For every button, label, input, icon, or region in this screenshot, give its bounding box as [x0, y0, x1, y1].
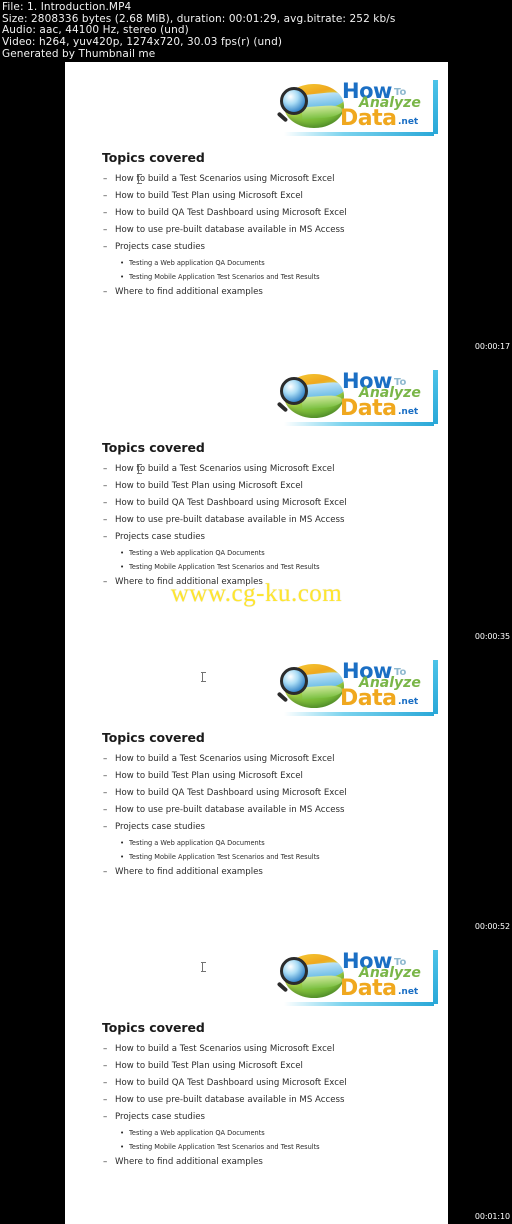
pie-wedge-green-icon — [301, 684, 343, 700]
topic-subitem: Testing Mobile Application Test Scenario… — [120, 850, 422, 864]
topic-item: How to use pre-built database available … — [102, 1092, 422, 1109]
logo-underline-bar — [284, 1002, 434, 1006]
text-cursor-icon — [137, 174, 143, 184]
pie-wedge-green-icon — [301, 104, 343, 120]
slide-content: Topics covered How to build a Test Scena… — [102, 150, 422, 301]
frame-timestamp-1: 00:00:17 — [474, 342, 510, 351]
logo-word-net: .net — [398, 117, 419, 127]
slide-content: Topics covered How to build a Test Scena… — [102, 440, 422, 591]
topic-item: How to use pre-built database available … — [102, 802, 422, 819]
topic-item: How to build QA Test Dashboard using Mic… — [102, 205, 422, 222]
topics-sublist: Testing a Web application QA Documents T… — [120, 546, 422, 575]
topic-item: How to build Test Plan using Microsoft E… — [102, 188, 422, 205]
topic-item: Projects case studies — [102, 819, 422, 836]
video-frame-3[interactable]: How To Analyze Data .net Topics covered … — [65, 642, 448, 932]
how-to-analyze-data-logo: How To Analyze Data .net — [276, 658, 438, 716]
logo-word-data: Data — [340, 396, 397, 421]
topic-item: Projects case studies — [102, 1109, 422, 1126]
topic-item: How to build Test Plan using Microsoft E… — [102, 478, 422, 495]
topics-sublist: Testing a Web application QA Documents T… — [120, 1126, 422, 1155]
topic-item: Where to find additional examples — [102, 864, 422, 881]
logo-underline-bar — [284, 422, 434, 426]
slide-content: Topics covered How to build a Test Scena… — [102, 730, 422, 881]
topic-subitem: Testing Mobile Application Test Scenario… — [120, 270, 422, 284]
file-info-line-generator: Generated by Thumbnail me — [2, 47, 156, 60]
topic-item: How to build QA Test Dashboard using Mic… — [102, 785, 422, 802]
pie-wedge-green-icon — [301, 974, 343, 990]
topic-item: How to build a Test Scenarios using Micr… — [102, 171, 422, 188]
logo-word-net: .net — [398, 987, 419, 997]
topic-item: How to build QA Test Dashboard using Mic… — [102, 1075, 422, 1092]
topic-item: How to use pre-built database available … — [102, 222, 422, 239]
topic-subitem: Testing a Web application QA Documents — [120, 546, 422, 560]
logo-word-data: Data — [340, 686, 397, 711]
site-watermark: www.cg-ku.com — [170, 580, 343, 607]
file-info-line-file: File: 1. Introduction.MP4 — [2, 1, 132, 13]
topic-item: How to build a Test Scenarios using Micr… — [102, 461, 422, 478]
logo-wordmark: How To Analyze Data .net — [340, 80, 434, 132]
topic-item: Where to find additional examples — [102, 1154, 422, 1171]
video-frame-2[interactable]: How To Analyze Data .net Topics covered … — [65, 352, 448, 642]
pie-wedge-green-icon — [301, 394, 343, 410]
topic-item: How to use pre-built database available … — [102, 512, 422, 529]
topic-item: Where to find additional examples — [102, 284, 422, 301]
logo-underline-bar — [284, 132, 434, 136]
logo-word-net: .net — [398, 697, 419, 707]
magnifier-icon — [280, 87, 308, 115]
topic-subitem: Testing a Web application QA Documents — [120, 256, 422, 270]
slide-content: Topics covered How to build a Test Scena… — [102, 1020, 422, 1171]
slide-title: Topics covered — [102, 150, 205, 165]
logo-underline-bar — [284, 712, 434, 716]
logo-word-data: Data — [340, 976, 397, 1001]
logo-wordmark: How To Analyze Data .net — [340, 950, 434, 1002]
frame-timestamp-3: 00:00:52 — [474, 922, 510, 931]
frames-column: How To Analyze Data .net Topics covered … — [65, 62, 448, 1224]
logo-word-data: Data — [340, 106, 397, 131]
text-cursor-icon — [201, 672, 207, 682]
file-info-line-video: Video: h264, yuv420p, 1274x720, 30.03 fp… — [2, 36, 283, 49]
topic-item: How to build a Test Scenarios using Micr… — [102, 1041, 422, 1058]
frame-timestamp-2: 00:00:35 — [474, 632, 510, 641]
how-to-analyze-data-logo: How To Analyze Data .net — [276, 78, 438, 136]
video-frame-1[interactable]: How To Analyze Data .net Topics covered … — [65, 62, 448, 352]
logo-wordmark: How To Analyze Data .net — [340, 660, 434, 712]
how-to-analyze-data-logo: How To Analyze Data .net — [276, 368, 438, 426]
slide-title: Topics covered — [102, 1020, 205, 1035]
topic-item: Projects case studies — [102, 529, 422, 546]
how-to-analyze-data-logo: How To Analyze Data .net — [276, 948, 438, 1006]
topic-subitem: Testing Mobile Application Test Scenario… — [120, 1140, 422, 1154]
slide-title: Topics covered — [102, 730, 205, 745]
topics-list: How to build a Test Scenarios using Micr… — [102, 171, 422, 301]
magnifier-icon — [280, 667, 308, 695]
thumbnail-contact-sheet: File: 1. Introduction.MP4 Size: 2808336 … — [0, 0, 512, 1224]
topic-item: How to build QA Test Dashboard using Mic… — [102, 495, 422, 512]
slide-title: Topics covered — [102, 440, 205, 455]
logo-word-net: .net — [398, 407, 419, 417]
topic-item: How to build Test Plan using Microsoft E… — [102, 768, 422, 785]
magnifier-icon — [280, 377, 308, 405]
topics-list: How to build a Test Scenarios using Micr… — [102, 461, 422, 591]
topic-subitem: Testing a Web application QA Documents — [120, 836, 422, 850]
topic-item: How to build Test Plan using Microsoft E… — [102, 1058, 422, 1075]
topic-item: Projects case studies — [102, 239, 422, 256]
file-info-block: File: 1. Introduction.MP4 Size: 2808336 … — [0, 0, 512, 60]
magnifier-icon — [280, 957, 308, 985]
logo-wordmark: How To Analyze Data .net — [340, 370, 434, 422]
text-cursor-icon — [137, 464, 143, 474]
text-cursor-icon — [201, 962, 207, 972]
topics-list: How to build a Test Scenarios using Micr… — [102, 751, 422, 881]
topic-item: How to build a Test Scenarios using Micr… — [102, 751, 422, 768]
topics-list: How to build a Test Scenarios using Micr… — [102, 1041, 422, 1171]
topic-subitem: Testing Mobile Application Test Scenario… — [120, 560, 422, 574]
topics-sublist: Testing a Web application QA Documents T… — [120, 836, 422, 865]
topic-subitem: Testing a Web application QA Documents — [120, 1126, 422, 1140]
video-frame-4[interactable]: How To Analyze Data .net Topics covered … — [65, 932, 448, 1224]
frame-timestamp-4: 00:01:10 — [474, 1212, 510, 1221]
topics-sublist: Testing a Web application QA Documents T… — [120, 256, 422, 285]
